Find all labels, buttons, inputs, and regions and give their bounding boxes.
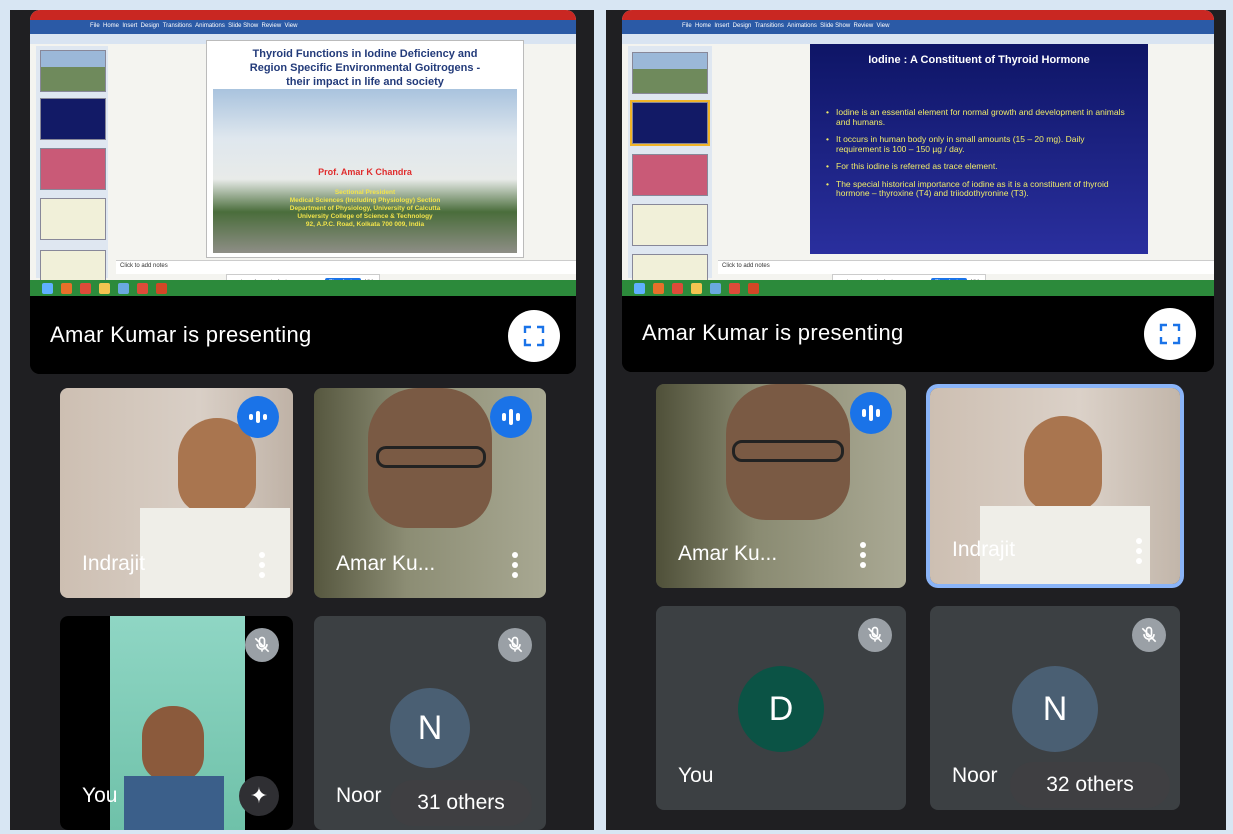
- glasses: [732, 440, 844, 462]
- app-icon[interactable]: [710, 282, 721, 294]
- participant-name: You: [82, 784, 118, 807]
- meeting-panel-right: File Home Insert Design Transitions Anim…: [606, 10, 1226, 830]
- start-icon[interactable]: [634, 282, 645, 294]
- participant-tile-amar[interactable]: Amar Ku...: [314, 388, 546, 598]
- powerpoint-icon[interactable]: [156, 282, 167, 294]
- affiliation: Sectional President Medical Sciences (In…: [289, 189, 441, 228]
- participant-tile-others[interactable]: N Noor 31 others: [314, 616, 546, 830]
- meeting-panel-left: File Home Insert Design Transitions Anim…: [10, 10, 594, 830]
- firefox-icon[interactable]: [653, 282, 664, 294]
- others-count-badge[interactable]: 32 others: [1010, 762, 1170, 808]
- fullscreen-icon: [1159, 323, 1181, 345]
- powerpoint-icon[interactable]: [748, 282, 759, 294]
- more-options-icon[interactable]: [1136, 538, 1142, 564]
- current-slide: Iodine : A Constituent of Thyroid Hormon…: [810, 44, 1148, 254]
- slide-thumbnail[interactable]: [632, 154, 708, 196]
- shared-screen-card: File Home Insert Design Transitions Anim…: [30, 10, 576, 374]
- others-count-badge[interactable]: 31 others: [390, 780, 532, 826]
- slide-title: Iodine : A Constituent of Thyroid Hormon…: [868, 54, 1090, 66]
- participant-name: Amar Ku...: [678, 542, 778, 565]
- participant-tile-others[interactable]: N Noor 32 others: [930, 606, 1180, 810]
- participant-tile-indrajit[interactable]: Indrajit: [930, 388, 1180, 584]
- firefox-icon[interactable]: [61, 282, 72, 294]
- avatar: D: [738, 666, 824, 752]
- more-options-icon[interactable]: [860, 542, 866, 568]
- slide-thumbnail[interactable]: [40, 148, 106, 190]
- fullscreen-button[interactable]: [1144, 308, 1196, 360]
- notes-placeholder[interactable]: Click to add notes: [718, 260, 1214, 274]
- participant-name: Noor: [336, 784, 382, 807]
- bullet: It occurs in human body only in small am…: [826, 134, 1130, 154]
- participant-tile-you[interactable]: D You: [656, 606, 906, 810]
- folder-icon[interactable]: [691, 282, 702, 294]
- participant-name: Indrajit: [952, 538, 1016, 561]
- slide-thumbnails: [628, 46, 712, 296]
- fullscreen-button[interactable]: [508, 310, 560, 362]
- participant-name: Indrajit: [82, 552, 146, 575]
- app-icon[interactable]: [118, 282, 129, 294]
- participant-tile-you[interactable]: You ✦: [60, 616, 293, 830]
- participant-name: Noor: [952, 764, 998, 787]
- start-icon[interactable]: [42, 282, 53, 294]
- bullet: Iodine is an essential element for norma…: [826, 107, 1130, 127]
- avatar: N: [1012, 666, 1098, 752]
- folder-icon[interactable]: [99, 282, 110, 294]
- effects-sparkle-icon[interactable]: ✦: [239, 776, 279, 816]
- bullet: For this iodine is referred as trace ele…: [826, 161, 1130, 172]
- slide-thumbnail-selected[interactable]: [632, 102, 708, 144]
- presenting-label: Amar Kumar is presenting: [50, 322, 312, 347]
- slide-bullets: Iodine is an essential element for norma…: [826, 107, 1130, 207]
- participant-name: You: [678, 764, 714, 787]
- slide-thumbnail[interactable]: [632, 52, 708, 94]
- presenting-label: Amar Kumar is presenting: [642, 320, 904, 345]
- mic-off-icon: [1132, 618, 1166, 652]
- participant-video: [1024, 416, 1102, 512]
- speaking-indicator-icon: [490, 396, 532, 438]
- speaking-indicator-icon: [237, 396, 279, 438]
- glasses: [376, 446, 486, 468]
- more-options-icon[interactable]: [512, 552, 518, 578]
- mic-off-icon: [858, 618, 892, 652]
- chrome-icon[interactable]: [672, 282, 683, 294]
- windows-taskbar: [30, 280, 576, 296]
- slide-thumbnail[interactable]: [40, 98, 106, 140]
- bullet: The special historical importance of iod…: [826, 179, 1130, 199]
- more-options-icon[interactable]: [259, 552, 265, 578]
- mic-off-icon: [245, 628, 279, 662]
- slide-thumbnails: [36, 46, 108, 292]
- speaking-indicator-icon: [850, 392, 892, 434]
- chrome-icon[interactable]: [80, 282, 91, 294]
- chrome-icon[interactable]: [729, 282, 740, 294]
- slide-thumbnail[interactable]: [40, 198, 106, 240]
- windows-taskbar: [622, 280, 1214, 296]
- notes-placeholder[interactable]: Click to add notes: [116, 260, 576, 274]
- current-slide: Thyroid Functions in Iodine Deficiency a…: [206, 40, 524, 258]
- participant-tile-indrajit[interactable]: Indrajit: [60, 388, 293, 598]
- participant-tile-amar[interactable]: Amar Ku...: [656, 384, 906, 588]
- shared-screen-card: File Home Insert Design Transitions Anim…: [622, 10, 1214, 372]
- slide-title: Thyroid Functions in Iodine Deficiency a…: [249, 48, 481, 88]
- presenter-credit: Prof. Amar K Chandra: [318, 167, 412, 177]
- chrome-icon[interactable]: [137, 282, 148, 294]
- participant-name: Amar Ku...: [336, 552, 436, 575]
- shared-screen: File Home Insert Design Transitions Anim…: [622, 10, 1214, 296]
- slide-thumbnail[interactable]: [632, 204, 708, 246]
- mic-off-icon: [498, 628, 532, 662]
- fullscreen-icon: [523, 325, 545, 347]
- slide-thumbnail[interactable]: [40, 50, 106, 92]
- shared-screen: File Home Insert Design Transitions Anim…: [30, 10, 576, 296]
- avatar: N: [390, 688, 470, 768]
